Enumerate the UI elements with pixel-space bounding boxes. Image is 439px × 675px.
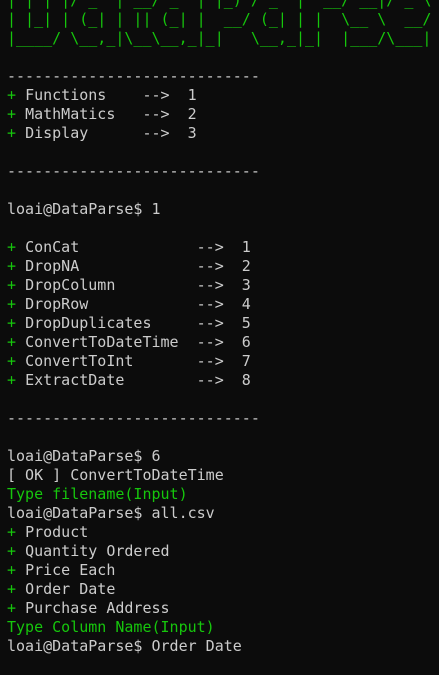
separator: ----------------------------	[7, 67, 260, 85]
bullet: +	[7, 523, 26, 541]
function-item-label: ConvertToDateTime --> 6	[25, 333, 251, 351]
function-item-concat: + ConCat --> 1	[7, 238, 439, 257]
function-item-dropna: + DropNA --> 2	[7, 257, 439, 276]
separator: ----------------------------	[7, 409, 260, 427]
function-item-converttodatetime: + ConvertToDateTime --> 6	[7, 333, 439, 352]
column-name-input-request: Type Column Name(Input)	[7, 618, 215, 636]
function-item-converttoint: + ConvertToInt --> 7	[7, 352, 439, 371]
function-item-label: DropDuplicates --> 5	[25, 314, 251, 332]
separator: ----------------------------	[7, 162, 260, 180]
column-item-purchase-address: + Purchase Address	[7, 599, 439, 618]
ascii-banner-line: | |_| | (_| | || (_| | __/ (_| | | \__ \…	[7, 10, 432, 28]
bullet: +	[7, 580, 26, 598]
bullet: +	[7, 599, 26, 617]
status-ok-message: [ OK ] ConvertToDateTime	[7, 466, 224, 484]
function-item-label: ExtractDate --> 8	[25, 371, 251, 389]
function-item-label: DropColumn --> 3	[25, 276, 251, 294]
column-item-label: Price Each	[25, 561, 116, 579]
column-item-label: Purchase Address	[25, 599, 170, 617]
function-item-label: DropRow --> 4	[25, 295, 251, 313]
function-item-label: ConCat --> 1	[25, 238, 251, 256]
ascii-banner: | | | |/ _` | __/ _` | |_) / _` | '__/ _…	[7, 0, 439, 48]
menu-item-functions: + Functions --> 1	[7, 86, 439, 105]
bullet: +	[7, 276, 26, 294]
bullet: +	[7, 333, 26, 351]
bullet: +	[7, 257, 26, 275]
ascii-banner-line: |____/ \__,_|\__\__,_|_| \__,_|_| |___/\…	[7, 29, 432, 47]
ascii-banner-line: | | | |/ _` | __/ _` | |_) / _` | '__/ _…	[7, 0, 432, 9]
column-item-price-each: + Price Each	[7, 561, 439, 580]
bullet: +	[7, 105, 26, 123]
command-prompt-input[interactable]: loai@DataParse$ Order Date	[7, 637, 439, 656]
menu-item-label: Display --> 3	[25, 124, 197, 142]
menu-item-label: Functions --> 1	[25, 86, 197, 104]
bullet: +	[7, 295, 26, 313]
function-item-dropcolumn: + DropColumn --> 3	[7, 276, 439, 295]
column-item-order-date: + Order Date	[7, 580, 439, 599]
bullet: +	[7, 561, 26, 579]
column-item-label: Quantity Ordered	[25, 542, 170, 560]
column-item-quantity-ordered: + Quantity Ordered	[7, 542, 439, 561]
command-prompt: loai@DataParse$ all.csv	[7, 504, 215, 522]
terminal-window[interactable]: | | | |/ _` | __/ _` | |_) / _` | '__/ _…	[0, 0, 439, 675]
column-item-label: Product	[25, 523, 89, 541]
menu-item-mathmatics: + MathMatics --> 2	[7, 105, 439, 124]
command-prompt: loai@DataParse$ 1	[7, 200, 161, 218]
column-item-product: + Product	[7, 523, 439, 542]
function-item-dropduplicates: + DropDuplicates --> 5	[7, 314, 439, 333]
column-item-label: Order Date	[25, 580, 116, 598]
bullet: +	[7, 124, 26, 142]
menu-item-display: + Display --> 3	[7, 124, 439, 143]
filename-input-request: Type filename(Input)	[7, 485, 188, 503]
bullet: +	[7, 542, 26, 560]
command-prompt: loai@DataParse$ 6	[7, 447, 161, 465]
function-item-extractdate: + ExtractDate --> 8	[7, 371, 439, 390]
function-item-droprow: + DropRow --> 4	[7, 295, 439, 314]
menu-item-label: MathMatics --> 2	[25, 105, 197, 123]
bullet: +	[7, 314, 26, 332]
bullet: +	[7, 371, 26, 389]
bullet: +	[7, 238, 26, 256]
bullet: +	[7, 86, 26, 104]
function-item-label: ConvertToInt --> 7	[25, 352, 251, 370]
bullet: +	[7, 352, 26, 370]
function-item-label: DropNA --> 2	[25, 257, 251, 275]
